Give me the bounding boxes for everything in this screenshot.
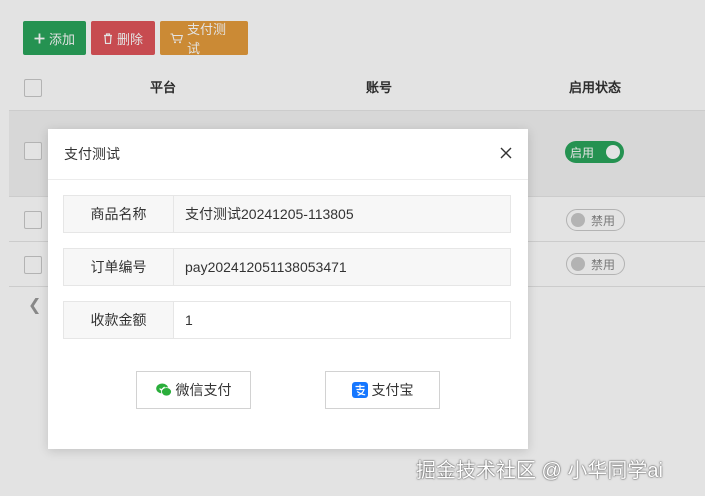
product-name-label: 商品名称	[64, 196, 174, 232]
page: 添加 删除 支付测试 平台 账号 启用状态 启用 禁用 禁用 ❮ 支付测试 商品…	[0, 0, 705, 496]
amount-field: 收款金额	[63, 301, 511, 339]
dialog-header: 支付测试	[48, 129, 528, 180]
amount-input[interactable]	[185, 312, 510, 328]
amount-input-wrap	[174, 302, 510, 338]
order-number-value: pay202412051138053471	[174, 249, 510, 285]
product-name-value: 支付测试20241205-113805	[174, 196, 510, 232]
dialog-title: 支付测试	[64, 146, 120, 162]
wechat-pay-icon	[155, 383, 172, 397]
order-number-field: 订单编号 pay202412051138053471	[63, 248, 511, 286]
amount-label: 收款金额	[64, 302, 174, 338]
alipay-label: 支付宝	[371, 382, 414, 398]
order-number-label: 订单编号	[64, 249, 174, 285]
alipay-icon	[351, 382, 368, 398]
wechat-pay-button[interactable]: 微信支付	[136, 371, 251, 409]
close-icon[interactable]	[498, 145, 514, 161]
product-name-field: 商品名称 支付测试20241205-113805	[63, 195, 511, 233]
pay-test-dialog: 支付测试 商品名称 支付测试20241205-113805 订单编号 pay20…	[48, 129, 528, 449]
watermark-text: 掘金技术社区 @ 小华同学ai	[416, 460, 663, 482]
wechat-pay-label: 微信支付	[175, 382, 232, 398]
alipay-button[interactable]: 支付宝	[325, 371, 440, 409]
